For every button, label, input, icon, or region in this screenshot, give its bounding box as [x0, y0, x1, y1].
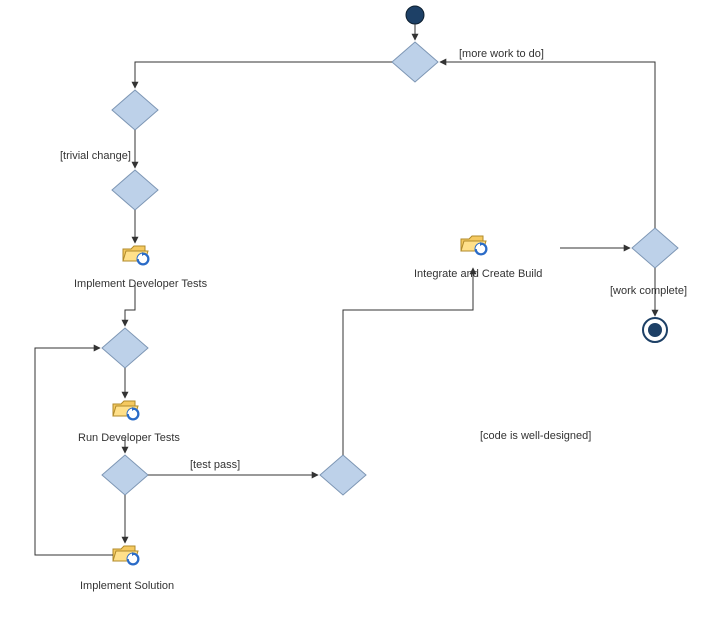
task-icon	[113, 546, 139, 565]
guard-code-well-designed: [code is well-designed]	[480, 430, 591, 442]
merge-before-run-tests	[102, 328, 148, 368]
guard-work-complete: [work complete]	[610, 285, 687, 297]
guard-test-pass: [test pass]	[190, 459, 240, 471]
edge-impl-to-merge-run	[125, 285, 135, 326]
edge-codeok-up	[343, 268, 473, 455]
task-label-integrate-build: Integrate and Create Build	[414, 268, 542, 280]
final-node-dot	[648, 323, 662, 337]
diagram-svg	[0, 0, 724, 626]
guard-more-work: [more work to do]	[459, 48, 544, 60]
edge-top-trivial	[135, 62, 392, 88]
decision-test-pass	[102, 455, 148, 495]
decision-trivial	[112, 90, 158, 130]
initial-node	[406, 6, 424, 24]
task-icon	[113, 401, 139, 420]
guard-trivial-change: [trivial change]	[60, 150, 131, 162]
task-label-implement-solution: Implement Solution	[80, 580, 174, 592]
activity-diagram: { "guards": { "trivial_change": "[trivia…	[0, 0, 724, 626]
decision-merge-top	[392, 42, 438, 82]
decision-work-complete	[632, 228, 678, 268]
decision-code-quality	[320, 455, 366, 495]
task-label-implement-dev-tests: Implement Developer Tests	[74, 278, 207, 290]
task-icon	[461, 236, 487, 255]
merge-before-impl-tests	[112, 170, 158, 210]
edge-solution-loop	[35, 348, 113, 555]
task-label-run-dev-tests: Run Developer Tests	[78, 432, 180, 444]
task-icon	[123, 246, 149, 265]
edge-morework	[440, 62, 655, 228]
